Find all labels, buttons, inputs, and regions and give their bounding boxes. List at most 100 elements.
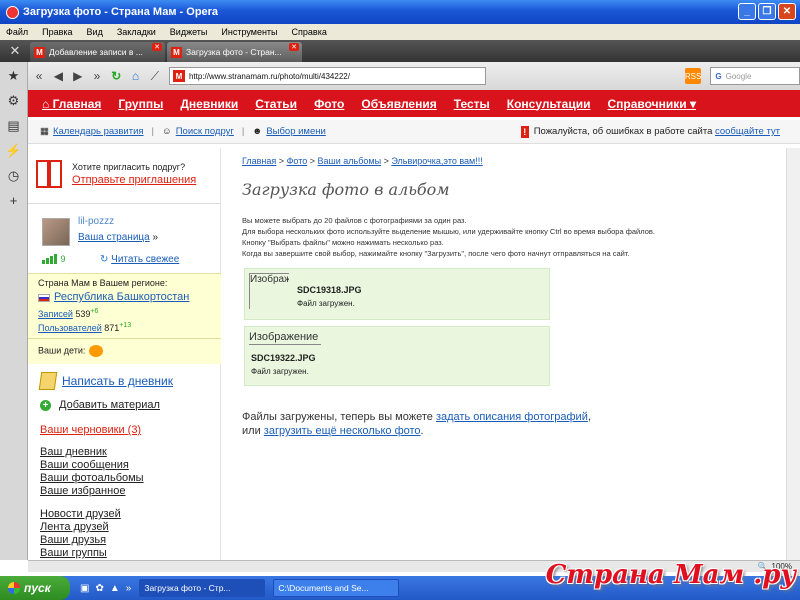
menu-tools[interactable]: Инструменты [221,27,277,37]
nav-home[interactable]: ⌂ Главная [42,97,101,111]
done-or: или [242,425,261,437]
rating-bars-icon: 9 [42,254,66,264]
nav-consult[interactable]: Консультации [507,97,591,111]
task-opera[interactable]: Загрузка фото - Стр... [139,579,266,597]
bookmarks-star-icon[interactable]: ★ [8,68,20,84]
menu-file[interactable]: Файл [6,27,28,37]
fast-forward-icon[interactable]: » [92,69,102,83]
tab-close-icon[interactable]: ✕ [152,43,162,51]
back-icon[interactable]: ◀ [53,69,63,83]
drafts-link[interactable]: Ваши черновики [40,424,125,436]
crumb-home[interactable]: Главная [242,156,276,166]
crumb-photo[interactable]: Фото [287,156,308,166]
add-panel-icon[interactable]: + [10,193,18,208]
menu-widgets[interactable]: Виджеты [170,27,208,37]
widgets-gear-icon[interactable]: ⚙ [8,93,20,109]
address-field[interactable]: M http://www.stranamam.ru/photo/multi/43… [168,67,486,85]
photo-status: Файл загружен. [297,299,355,308]
rss-feed-icon[interactable]: RSS [684,68,702,84]
tab-add-entry[interactable]: M Добавление записи в ... ✕ [30,42,165,62]
divider: | [151,126,155,137]
calendar-link[interactable]: Календарь развития [53,126,144,137]
my-friends-link[interactable]: Ваши друзья [40,534,106,546]
crumb-album[interactable]: Эльвирочка,это вам!!! [391,156,482,166]
tools-icon[interactable]: ✕ [0,40,30,62]
records-link[interactable]: Записей [38,309,73,319]
nav-tests[interactable]: Тесты [454,97,490,111]
site-favicon-icon: M [171,46,182,58]
people-icon: ☺ [162,126,172,137]
photo-thumbnail[interactable]: Изображение [249,331,321,345]
avatar[interactable] [42,218,70,246]
uploaded-photo-item: Изображение SDC19322.JPG Файл загружен. [244,326,550,386]
menu-edit[interactable]: Правка [42,27,72,37]
find-friends-link[interactable]: Поиск подруг [176,126,234,137]
write-diary-link[interactable]: Написать в дневник [62,374,173,388]
history-clock-icon[interactable]: ◷ [8,168,19,184]
close-button[interactable]: ✕ [778,3,796,20]
describe-photos-link[interactable]: задать описания фотографий [436,411,588,423]
sub-toolbar: ▦ Календарь развития | ☺ Поиск подруг | … [28,120,800,144]
nav-ads[interactable]: Объявления [361,97,436,111]
reload-icon[interactable]: ↻ [111,69,121,83]
invite-link[interactable]: Отправьте приглашения [72,174,196,186]
add-material-link[interactable]: Добавить материал [59,399,160,411]
tab-close-icon[interactable]: ✕ [289,43,299,51]
region-block: Страна Мам в Вашем регионе: Республика Б… [28,273,221,338]
records-count: 539 [75,309,91,319]
users-count: 871 [104,323,120,333]
notes-icon[interactable]: ▤ [7,118,19,134]
start-button[interactable]: пуск [0,576,70,600]
nav-photo[interactable]: Фото [314,97,344,111]
nav-diaries[interactable]: Дневники [180,97,238,111]
my-favorites-link[interactable]: Ваше избранное [40,485,125,497]
my-diary-link[interactable]: Ваш дневник [40,446,107,458]
instruction-line: Кнопку "Выбрать файлы" можно нажимать не… [242,238,444,247]
search-placeholder: Google [725,71,752,81]
nav-groups[interactable]: Группы [118,97,163,111]
start-label: пуск [24,581,51,595]
report-link[interactable]: сообщайте тут [715,126,780,137]
child-avatar-icon[interactable] [89,345,104,357]
menu-group-friends: Новости друзей Лента друзей Ваши друзья … [40,508,221,560]
notepad-icon [38,372,58,390]
transfers-icon[interactable]: ⚡ [5,143,21,159]
region-title: Страна Мам в Вашем регионе: [38,278,168,288]
upload-more-link[interactable]: загрузить ещё несколько фото [264,425,421,437]
users-link[interactable]: Пользователей [38,323,102,333]
app-icon[interactable]: ▲ [110,583,120,594]
task-explorer[interactable]: C:\Documents and Se... [273,579,400,597]
nav-reference[interactable]: Справочники ▾ [607,97,696,111]
app-icon[interactable]: ✿ [95,583,103,594]
username[interactable]: lil-pozzz [78,216,114,227]
tab-upload-photo[interactable]: M Загрузка фото - Стран... ✕ [167,42,302,62]
messenger-icon[interactable]: ▣ [80,583,89,594]
menu-help[interactable]: Справка [292,27,327,37]
nav-articles[interactable]: Статьи [255,97,297,111]
name-choice-link[interactable]: Выбор имени [266,126,326,137]
friends-feed-link[interactable]: Лента друзей [40,521,109,533]
crumb-albums[interactable]: Ваши альбомы [318,156,382,166]
my-messages-link[interactable]: Ваши сообщения [40,459,129,471]
read-fresh-link[interactable]: Читать свежее [111,254,179,265]
photo-thumbnail[interactable]: Изображение [249,273,289,309]
maximize-button[interactable]: ❐ [758,3,776,20]
wand-icon[interactable]: ⟋ [150,69,160,84]
region-link[interactable]: Республика Башкортостан [54,291,189,303]
search-input[interactable]: G Google [710,67,800,85]
my-albums-link[interactable]: Ваши фотоальбомы [40,472,144,484]
page-title: Загрузка фото в альбом [242,180,450,199]
my-page-link[interactable]: Ваша страница [78,232,150,243]
rewind-icon[interactable]: « [34,69,44,83]
menu-view[interactable]: Вид [87,27,103,37]
minimize-button[interactable]: _ [738,3,756,20]
vertical-scrollbar[interactable] [786,148,800,560]
home-icon[interactable]: ⌂ [130,69,140,83]
windows-logo-icon [8,582,20,594]
menu-bookmarks[interactable]: Закладки [117,27,156,37]
forward-icon[interactable]: ▶ [73,69,83,83]
friends-news-link[interactable]: Новости друзей [40,508,121,520]
expand-icon[interactable]: » [126,583,132,594]
done-text: Файлы загружены, теперь вы можете [242,411,433,423]
my-groups-link[interactable]: Ваши группы [40,547,107,559]
